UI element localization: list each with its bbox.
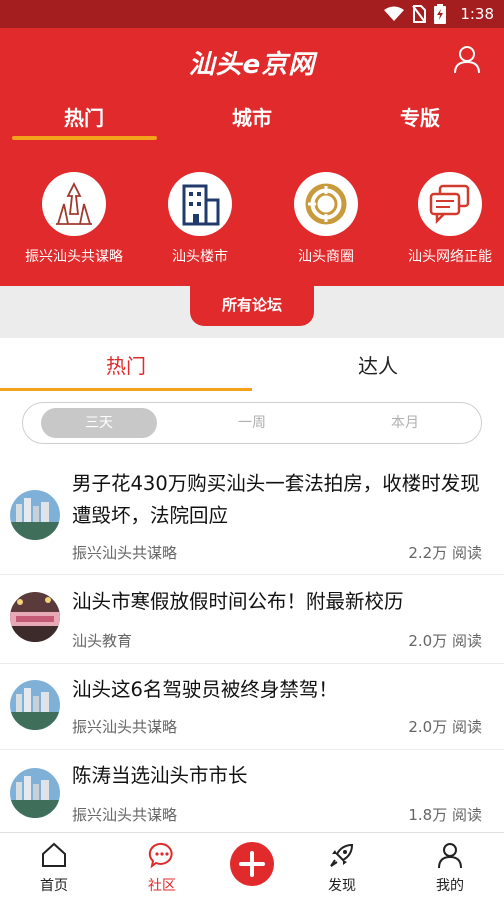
tab-active-indicator [12,136,157,140]
post-read-count: 2.0万 阅读 [408,632,482,650]
status-icons [384,4,446,24]
rocket-icon [330,843,354,867]
user-icon [454,46,480,74]
post-item[interactable]: 男子花430万购买汕头一套法拍房，收楼时发现遭毁坏，法院回应 振兴汕头共谋略 2… [0,460,504,575]
tower-icon [56,182,92,225]
tab-city[interactable]: 城市 [168,102,336,131]
post-title: 汕头这6名驾驶员被终身禁驾！ [72,678,338,701]
segment-three-days[interactable]: 三天 [41,408,157,438]
time-range-selector: 三天 一周 本月 [22,402,482,444]
user-profile-button[interactable] [452,44,482,74]
post-title: 男子花430万购买汕头一套法拍房，收楼时发现遭毁坏，法院回应 [72,472,480,527]
chat-bubbles-icon [429,184,470,224]
nav-discover[interactable]: 发现 [292,833,392,897]
school-photo-icon [10,592,60,642]
forum-label: 汕头商圈 [298,249,354,265]
forum-avatar [10,592,60,642]
post-title: 陈涛当选汕头市市长 [72,764,248,787]
sub-tabs: 热门 达人 [0,338,504,392]
status-time: 1:38 [460,5,494,23]
header: 汕头e京网 热门 城市 专版 振兴汕头共谋略 汕头楼市 汕头商圈 汕头网络正能 [0,28,504,286]
app-logo: 汕头e京网 [188,50,316,80]
city-photo-icon [10,680,60,730]
forum-item-realestate[interactable]: 汕头楼市 [138,172,262,266]
post-item[interactable]: 汕头市寒假放假时间公布！附最新校历 汕头教育 2.0万 阅读 [0,576,504,664]
forum-label: 汕头网络正能 [408,249,492,265]
nav-home-label: 首页 [40,878,68,894]
chat-icon [148,842,173,869]
nav-community-label: 社区 [148,878,176,894]
post-read-count: 2.2万 阅读 [408,544,482,562]
city-photo-icon [10,490,60,540]
nav-mine-label: 我的 [436,878,464,894]
post-read-count: 2.0万 阅读 [408,718,482,736]
tab-experts[interactable]: 达人 [252,350,504,379]
sub-tab-active-indicator [0,388,252,391]
tab-hot-posts[interactable]: 热门 [0,350,252,379]
post-forum: 振兴汕头共谋略 [72,544,178,562]
forum-icon-circle [168,172,232,236]
segment-this-month[interactable]: 本月 [347,408,463,438]
wifi-icon [384,6,404,21]
forum-item-positive-energy[interactable]: 汕头网络正能 [388,172,504,266]
no-sim-icon [412,5,426,23]
post-item[interactable]: 汕头这6名驾驶员被终身禁驾！ 振兴汕头共谋略 2.0万 阅读 [0,664,504,750]
post-title: 汕头市寒假放假时间公布！附最新校历 [72,590,404,613]
status-bar: 1:38 [0,0,504,28]
forum-item-development[interactable]: 振兴汕头共谋略 [12,172,136,266]
nav-discover-label: 发现 [328,878,356,894]
nav-mine[interactable]: 我的 [400,833,500,897]
all-forums-button[interactable]: 所有论坛 [190,276,314,326]
forum-label: 振兴汕头共谋略 [25,249,123,265]
city-photo-icon [10,768,60,818]
nav-home[interactable]: 首页 [4,833,104,897]
tab-hot[interactable]: 热门 [0,102,168,131]
user-icon [438,843,462,869]
forum-item-business[interactable]: 汕头商圈 [264,172,388,266]
forum-label: 汕头楼市 [172,249,228,265]
home-icon [42,842,66,867]
forum-avatar [10,680,60,730]
forum-icon-circle [42,172,106,236]
post-forum: 振兴汕头共谋略 [72,718,178,736]
forum-icon-circle [294,172,358,236]
forum-avatar [10,490,60,540]
battery-icon [434,4,446,24]
tab-special[interactable]: 专版 [336,102,504,131]
nav-community[interactable]: 社区 [112,833,212,897]
forum-icon-circle [418,172,482,236]
business-circle-icon [305,183,347,225]
plus-icon [239,851,265,877]
post-forum: 振兴汕头共谋略 [72,806,178,824]
post-forum: 汕头教育 [72,632,133,650]
post-item[interactable]: 陈涛当选汕头市市长 振兴汕头共谋略 1.8万 阅读 [0,750,504,834]
create-post-button[interactable] [230,842,274,886]
post-read-count: 1.8万 阅读 [408,806,482,824]
segment-one-week[interactable]: 一周 [194,408,310,438]
forum-avatar [10,768,60,818]
building-icon [182,184,220,226]
